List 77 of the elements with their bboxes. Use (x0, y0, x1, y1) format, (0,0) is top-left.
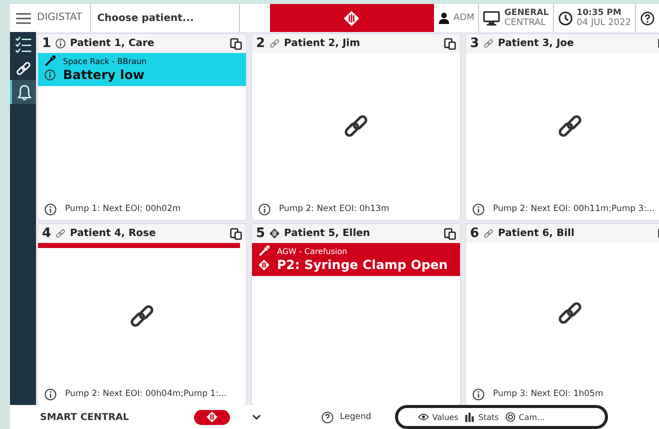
patient-name: Patient 1, Care (70, 38, 156, 49)
link-icon (269, 38, 280, 49)
pump-status: Pump 3: Next EOI: 1h05m (493, 389, 604, 399)
bed-number: 6 (470, 226, 480, 241)
eye-icon (418, 412, 430, 422)
bed-number: 2 (256, 36, 266, 51)
patient-name: Patient 6, Bill (498, 228, 576, 239)
help-icon (321, 410, 334, 424)
view-button[interactable]: Stats (464, 412, 499, 422)
date: 04 JUL 2022 (576, 18, 631, 28)
monitor-icon (483, 10, 500, 26)
bed-card[interactable]: 2 Patient 2, Jim Pump 2: Next EOI: 0h13m (252, 34, 460, 220)
devices-icon[interactable] (444, 38, 456, 50)
help-icon[interactable] (640, 10, 655, 26)
bed-number: 5 (256, 226, 266, 241)
patient-name: Patient 3, Joe (498, 38, 575, 49)
alert-source: AGW - Carefusion (277, 246, 348, 256)
devices-icon[interactable] (444, 228, 456, 240)
alert-panel[interactable]: AGW - Carefusion P2: Syringe Clamp Open (252, 243, 460, 276)
link-icon (14, 60, 32, 76)
alarm-button[interactable] (194, 410, 230, 424)
syringe-icon (44, 55, 56, 67)
workstation-name: GENERAL (504, 8, 549, 18)
link-icon (483, 228, 494, 239)
pump-status: Pump 2: Next EOI: 0h13m (279, 204, 390, 214)
bell-icon (16, 84, 32, 100)
user-icon (438, 12, 450, 24)
chevron-down-icon[interactable] (252, 414, 261, 420)
footer-title: SMART CENTRAL (40, 412, 130, 422)
time: 10:35 PM (576, 8, 622, 18)
bed-card[interactable]: 3 Patient 3, Joe Pump 2: Next EOI: 00h11m;Pump 3:... (466, 34, 659, 220)
link-icon (483, 38, 494, 49)
info-icon (472, 388, 485, 400)
pump-status: Pump 2: Next EOI: 00h11m;Pump 3:... (493, 204, 655, 214)
bar-chart-icon (464, 412, 476, 422)
alarm-icon (343, 10, 360, 26)
bed-number: 4 (42, 226, 52, 241)
bed-card[interactable]: 5 Patient 5, Ellen AGW - Carefusion P2: Syringe Clamp Open (252, 224, 460, 405)
link-icon (55, 228, 66, 239)
syringe-icon (258, 245, 270, 257)
alarm-icon (206, 411, 218, 423)
alert-message: Battery low (63, 67, 144, 82)
app-name: DIGISTAT (37, 11, 84, 25)
info-icon (472, 202, 485, 216)
patient-name: Patient 4, Rose (70, 228, 157, 239)
devices-icon[interactable] (230, 38, 242, 50)
patient-name: Patient 2, Jim (284, 38, 362, 49)
patient-name: Patient 5, Ellen (284, 228, 372, 239)
info-icon (44, 68, 56, 80)
info-icon (44, 388, 57, 400)
lens-icon (504, 412, 516, 422)
legend-button[interactable]: Legend (321, 410, 372, 424)
bed-card[interactable]: 6 Patient 6, Bill Pump 3: Next EOI: 1h05m (466, 224, 659, 405)
info-icon (55, 38, 66, 49)
checklist-icon (14, 36, 32, 52)
user-name: ADM (454, 13, 474, 23)
workstation-type: CENTRAL (504, 18, 547, 28)
alarm-icon (269, 228, 280, 239)
menu-icon[interactable] (16, 12, 31, 24)
bed-number: 1 (42, 36, 52, 51)
pump-status: Pump 2: Next EOI: 00h04m;Pump 1:... (65, 389, 227, 399)
alert-message: P2: Syringe Clamp Open (277, 257, 448, 272)
view-button[interactable]: Values (418, 412, 458, 422)
info-icon (258, 202, 271, 216)
devices-icon[interactable] (230, 228, 242, 240)
clock-icon (558, 10, 573, 26)
bed-number: 3 (470, 36, 480, 51)
bed-card[interactable]: 1 Patient 1, Care Space Rack - BBraun Battery low Pump 1: Next EOI: 00h02m (38, 34, 246, 220)
info-icon (44, 202, 57, 216)
bed-card[interactable]: 4 Patient 4, Rose Pump 2: Next EOI: 00h04m;Pump 1:... (38, 224, 246, 405)
sidebar-item[interactable] (10, 80, 36, 104)
pump-status: Pump 1: Next EOI: 00h02m (65, 204, 181, 214)
patient-field[interactable]: Choose patient... (90, 4, 240, 32)
view-button[interactable]: Cam... (504, 412, 545, 422)
alert-source: Space Rack - BBraun (63, 56, 147, 66)
alert-panel[interactable]: Space Rack - BBraun Battery low (38, 53, 246, 86)
alarm-icon (258, 258, 270, 270)
